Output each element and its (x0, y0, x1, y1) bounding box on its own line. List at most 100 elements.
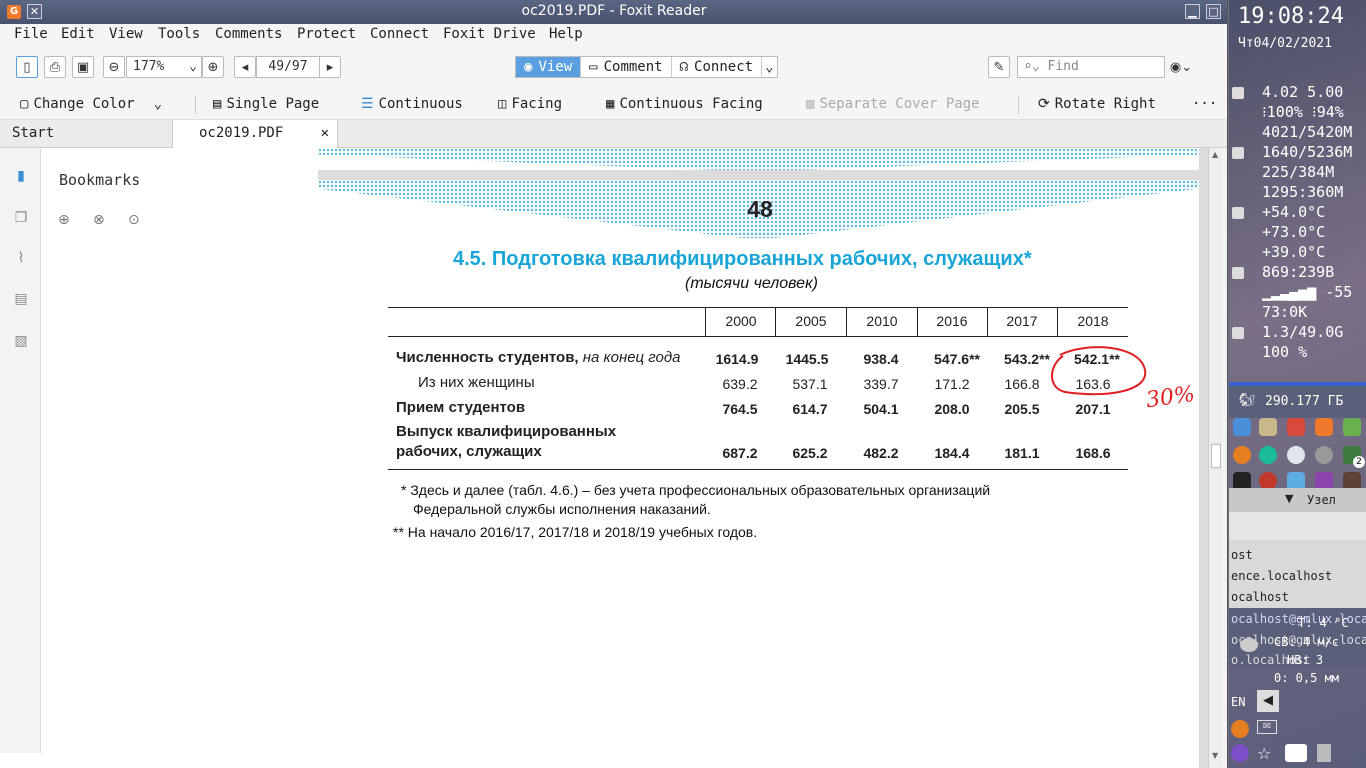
close-tab-icon[interactable]: ✕ (321, 125, 329, 141)
menu-edit[interactable]: Edit (61, 26, 95, 42)
zoom-select[interactable]: 177% ⌄ (126, 56, 202, 78)
app-launcher-icon[interactable] (1233, 418, 1251, 436)
list-item[interactable]: ocalhost (1231, 590, 1289, 604)
viber-icon[interactable] (1231, 744, 1249, 762)
tray-app-icon[interactable] (1317, 744, 1331, 762)
year-header: 2010 (866, 313, 898, 329)
year-header: 2017 (1006, 313, 1038, 329)
comments-icon[interactable]: ▤ (12, 291, 30, 309)
table-rule-bottom (388, 469, 1128, 470)
disk-bar (1229, 382, 1366, 386)
mini-toolbar: ▼ Узел (1229, 488, 1366, 512)
view-mode-button[interactable]: ◉ View (516, 57, 582, 77)
weather-rain: 0: 0,5 мм (1274, 671, 1340, 685)
sys-stat: +73.0°C (1262, 223, 1326, 241)
volume-icon[interactable]: ◀ (1257, 690, 1279, 712)
row-label: Выпуск квалифицированных (396, 423, 617, 440)
app-launcher-icon[interactable] (1259, 418, 1277, 436)
cloud-icon (1240, 638, 1258, 652)
tray-app-icon[interactable] (1285, 744, 1307, 762)
minimize-icon[interactable]: ▁ (1185, 4, 1200, 19)
list-item[interactable]: ost (1231, 548, 1253, 562)
scrollbar-thumb[interactable] (1211, 444, 1221, 468)
memory-icon (1232, 147, 1244, 159)
change-color-button[interactable]: ▢ Change Color ⌄ (20, 96, 162, 112)
scroll-up-icon[interactable]: ▲ (1212, 150, 1218, 159)
separate-cover-icon: ▥ (806, 96, 815, 112)
delete-bookmark-icon[interactable]: ⊗ (93, 212, 109, 230)
save-icon[interactable]: ▣ (72, 56, 94, 78)
highlight-icon[interactable]: ✎ (988, 56, 1010, 78)
desktop-clock: 19:08:24 (1238, 4, 1344, 29)
comment-mode-button[interactable]: ▭ Comment (581, 57, 672, 77)
chevron-down-icon[interactable]: ▼ (1285, 492, 1293, 505)
app-launcher-icon[interactable] (1259, 446, 1277, 464)
expand-bookmark-icon[interactable]: ⊙ (128, 212, 144, 230)
more-options-button[interactable]: ··· (1192, 96, 1217, 112)
page-decoration (318, 148, 1199, 170)
scroll-down-icon[interactable]: ▼ (1212, 751, 1218, 760)
tab-document[interactable]: oc2019.PDF ✕ (172, 120, 338, 148)
facing-button[interactable]: ◫ Facing (498, 96, 562, 112)
table-cell: 625.2 (792, 445, 828, 461)
mode-dropdown[interactable]: ⌄ (762, 57, 776, 77)
app-launcher-icon[interactable] (1233, 446, 1251, 464)
list-item[interactable]: ence.localhost (1231, 569, 1332, 583)
next-page-icon[interactable]: ▸ (319, 56, 341, 78)
temperature-icon (1232, 207, 1244, 219)
add-bookmark-icon[interactable]: ⊕ (58, 212, 74, 230)
row-label-italic: на конец года (578, 349, 681, 366)
year-header: 2016 (936, 313, 968, 329)
sys-stat: +39.0°C (1262, 243, 1326, 261)
single-page-button[interactable]: ▤ Single Page (213, 96, 319, 112)
account-icon[interactable]: ◉⌄ (1170, 56, 1192, 78)
menu-view[interactable]: View (109, 26, 143, 42)
menu-file[interactable]: File (14, 26, 48, 42)
folder-icon[interactable]: 🐿 (1239, 393, 1256, 408)
facing-icon: ◫ (498, 96, 507, 112)
star-icon[interactable]: ☆ (1257, 744, 1271, 763)
security-icon[interactable]: ▧ (12, 333, 30, 351)
attachment-icon[interactable]: ⌇ (12, 250, 30, 268)
menu-comments[interactable]: Comments (215, 26, 282, 42)
prev-page-icon[interactable]: ◂ (234, 56, 256, 78)
zoom-out-icon[interactable]: ⊖ (103, 56, 125, 78)
continuous-facing-button[interactable]: ▦ Continuous Facing (606, 96, 763, 112)
rotate-right-button[interactable]: ⟳ Rotate Right (1038, 96, 1156, 112)
menu-help[interactable]: Help (549, 26, 583, 42)
vertical-scrollbar[interactable]: ▲ ▼ (1208, 148, 1222, 768)
menu-protect[interactable]: Protect (297, 26, 356, 42)
mail-icon[interactable]: ✉ (1257, 720, 1277, 734)
keyboard-layout[interactable]: EN (1231, 695, 1245, 709)
zoom-in-icon[interactable]: ⊕ (202, 56, 224, 78)
sidebar-toggle-icon[interactable]: ▯ (16, 56, 38, 78)
continuous-button[interactable]: ☰ Continuous (361, 96, 463, 112)
tray-app-icon[interactable] (1231, 720, 1249, 738)
app-launcher-icon[interactable] (1287, 446, 1305, 464)
app-launcher-icon[interactable] (1343, 418, 1361, 436)
menu-tools[interactable]: Tools (158, 26, 200, 42)
app-launcher-icon[interactable]: 2 (1343, 446, 1365, 468)
menu-foxit-drive[interactable]: Foxit Drive (443, 26, 536, 42)
print-icon[interactable]: ⎙ (44, 56, 66, 78)
foxit-launcher-icon[interactable] (1315, 418, 1333, 436)
title-bar: G ✕ oc2019.PDF - Foxit Reader ▁ □ (0, 0, 1227, 24)
divider (1018, 96, 1019, 114)
tab-start[interactable]: Start (0, 120, 172, 148)
divider (195, 96, 196, 114)
pages-icon[interactable]: ❐ (12, 210, 30, 228)
tray-icons: EN ◀ ✉ ☆ (1229, 688, 1366, 768)
app-launcher-icon[interactable] (1315, 446, 1333, 464)
connect-mode-button[interactable]: ☊ Connect (672, 57, 763, 77)
separate-cover-page-button[interactable]: ▥ Separate Cover Page (806, 96, 980, 112)
table-cell: 687.2 (722, 445, 758, 461)
disk-free: 290.177 ГБ (1265, 394, 1344, 409)
menu-connect[interactable]: Connect (370, 26, 429, 42)
app-launcher-icon[interactable] (1287, 418, 1305, 436)
maximize-icon[interactable]: □ (1206, 4, 1221, 19)
find-input[interactable]: ⌕⌄ Find (1017, 56, 1165, 78)
desktop-date: Чт04/02/2021 (1238, 36, 1332, 51)
page-number-field[interactable]: 49/97 (256, 56, 320, 78)
foxit-window: G ✕ oc2019.PDF - Foxit Reader ▁ □ File E… (0, 0, 1228, 768)
bookmark-icon[interactable]: ▮ (12, 168, 30, 186)
